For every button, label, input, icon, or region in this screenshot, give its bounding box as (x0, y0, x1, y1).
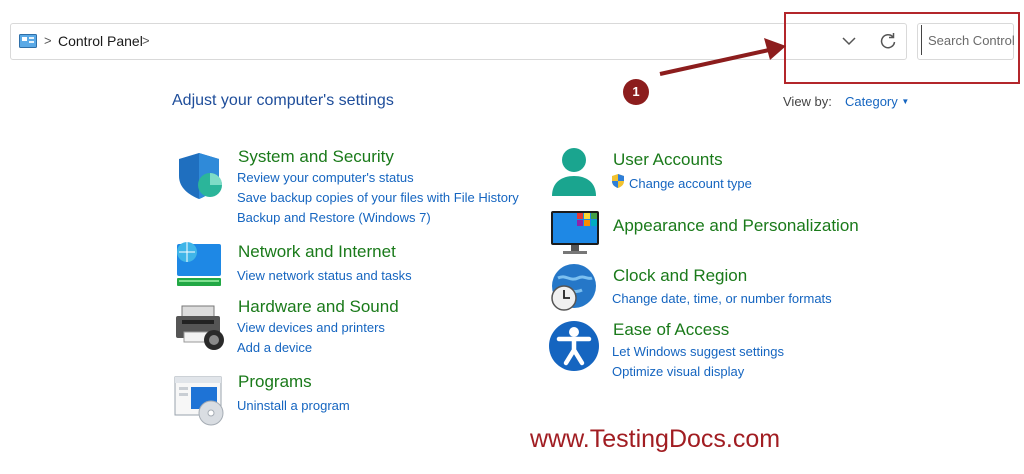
link-backup-restore[interactable]: Backup and Restore (Windows 7) (237, 210, 431, 225)
category-ease-of-access[interactable]: Ease of Access (613, 320, 729, 340)
link-devices-printers[interactable]: View devices and printers (237, 320, 385, 335)
uac-shield-icon (612, 174, 624, 188)
link-uninstall-program[interactable]: Uninstall a program (237, 398, 350, 413)
caret-down-icon: ▼ (901, 97, 910, 106)
clock-globe-icon (551, 264, 596, 311)
link-windows-suggest[interactable]: Let Windows suggest settings (612, 344, 784, 359)
printer-icon (176, 305, 224, 350)
control-panel-icon (19, 34, 37, 48)
annotation-arrow-icon (659, 38, 786, 76)
monitor-icon (551, 211, 599, 254)
programs-disc-icon (174, 376, 224, 426)
category-hardware-sound[interactable]: Hardware and Sound (238, 297, 399, 317)
view-by-dropdown[interactable]: Category ▼ (845, 94, 909, 109)
link-add-device[interactable]: Add a device (237, 340, 312, 355)
breadcrumb-control-panel[interactable]: Control Panel (58, 33, 143, 49)
link-optimize-display[interactable]: Optimize visual display (612, 364, 744, 379)
category-clock-region[interactable]: Clock and Region (613, 266, 747, 286)
accessibility-icon (549, 321, 599, 371)
category-system-security[interactable]: System and Security (238, 147, 394, 167)
highlight-box (784, 12, 1020, 84)
link-file-history[interactable]: Save backup copies of your files with Fi… (237, 190, 519, 205)
user-icon (552, 148, 596, 196)
watermark: www.TestingDocs.com (530, 425, 781, 453)
category-network-internet[interactable]: Network and Internet (238, 242, 396, 262)
shield-icon (179, 153, 222, 199)
link-change-account-type[interactable]: Change account type (629, 176, 752, 191)
view-by-value: Category (845, 94, 898, 109)
callout-badge: 1 (623, 79, 649, 105)
view-by-label: View by: (783, 94, 832, 109)
page-title: Adjust your computer's settings (172, 92, 394, 109)
category-appearance[interactable]: Appearance and Personalization (613, 216, 859, 236)
category-user-accounts[interactable]: User Accounts (613, 150, 723, 170)
link-review-status[interactable]: Review your computer's status (237, 170, 414, 185)
network-globe-icon (177, 242, 221, 286)
category-programs[interactable]: Programs (238, 372, 312, 392)
breadcrumb-separator-icon: > (44, 33, 52, 48)
breadcrumb-separator-icon[interactable]: > (142, 33, 150, 48)
link-network-status[interactable]: View network status and tasks (237, 268, 412, 283)
link-date-time-formats[interactable]: Change date, time, or number formats (612, 291, 832, 306)
